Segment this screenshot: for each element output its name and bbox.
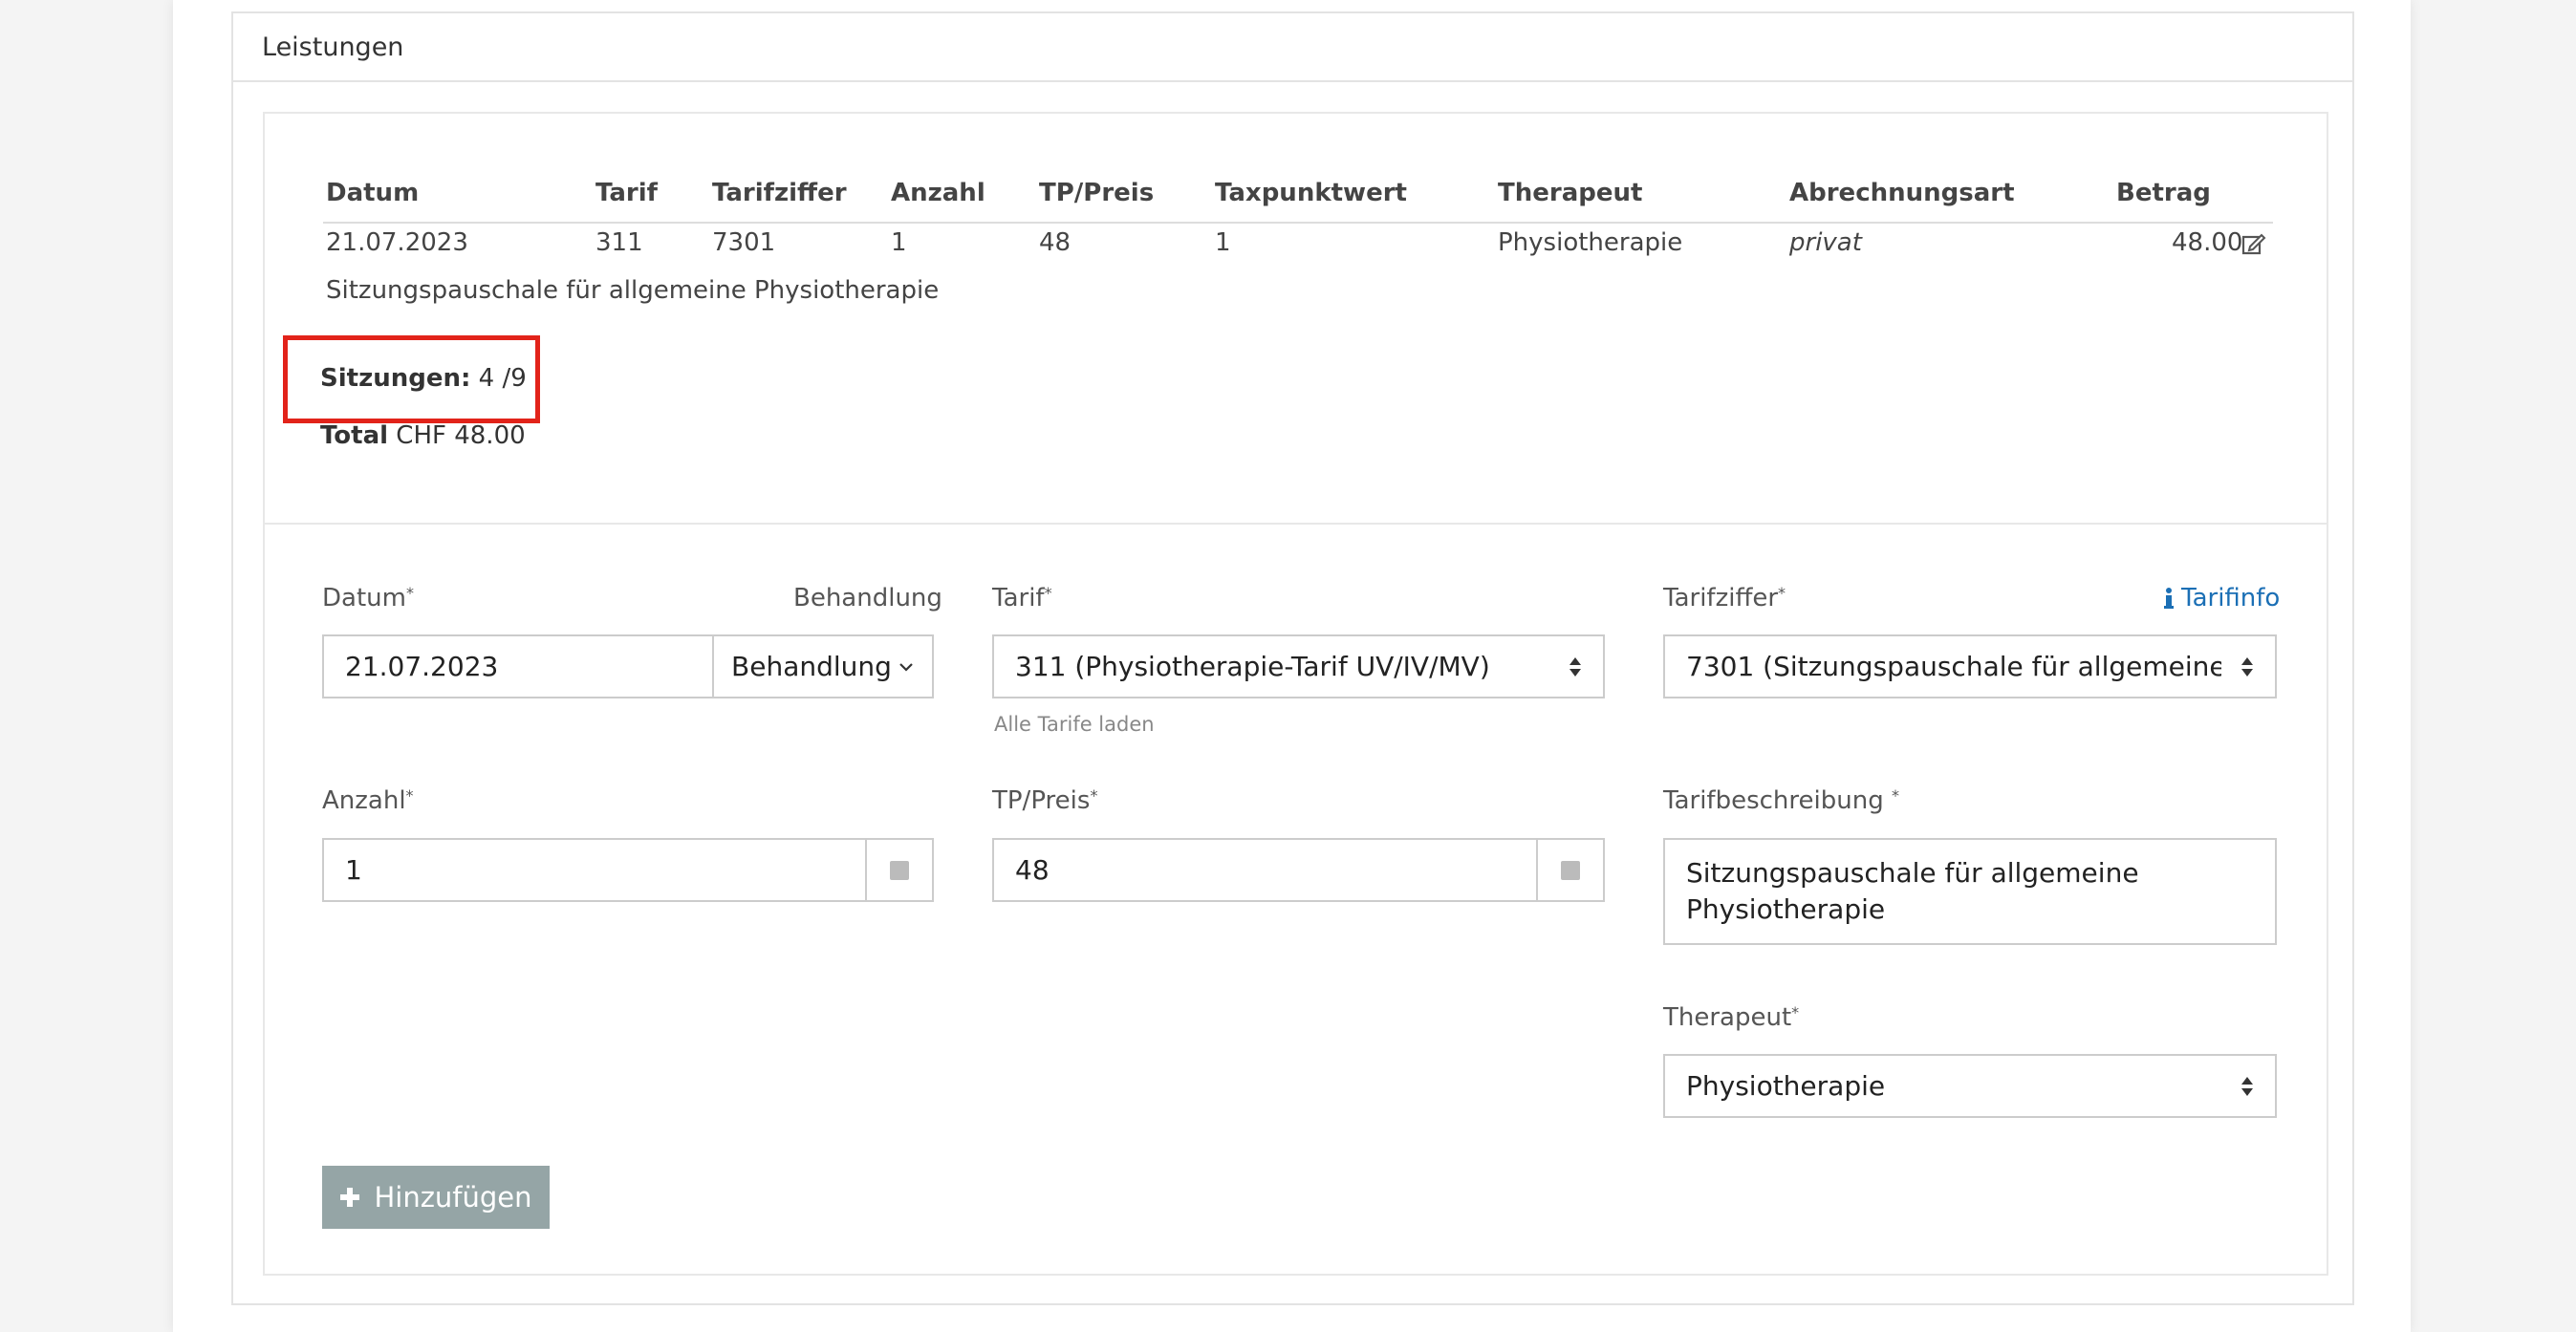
col-header-tp-preis: TP/Preis (1039, 179, 1155, 207)
behandlung-button[interactable]: Behandlung (712, 636, 932, 697)
cell-tarifziffer: 7301 (712, 228, 776, 257)
col-header-datum: Datum (326, 179, 420, 207)
stepper-icon (1561, 860, 1580, 880)
tp-preis-value: 48 (1015, 854, 1050, 886)
total-value: CHF 48.00 (396, 421, 526, 450)
tarifbeschreibung-textarea[interactable]: Sitzungspauschale für allgemeine Physiot… (1663, 838, 2277, 945)
tarifinfo-link[interactable]: Tarifinfo (2164, 584, 2280, 612)
select-arrows-icon (2241, 1076, 2253, 1096)
col-header-taxpunktwert: Taxpunktwert (1215, 179, 1407, 207)
tarif-select[interactable]: 311 (Physiotherapie-Tarif UV/IV/MV) (992, 634, 1605, 698)
therapeut-value: Physiotherapie (1686, 1070, 1886, 1102)
add-button[interactable]: Hinzufügen (322, 1166, 550, 1229)
tarifziffer-value: 7301 (Sitzungspauschale für allgemeine P… (1686, 651, 2221, 682)
therapeut-label: Therapeut* (1663, 1003, 1800, 1032)
edit-icon[interactable] (2241, 232, 2266, 257)
therapeut-select[interactable]: Physiotherapie (1663, 1054, 2277, 1118)
select-arrows-icon (2241, 656, 2253, 677)
tarifziffer-select[interactable]: 7301 (Sitzungspauschale für allgemeine P… (1663, 634, 2277, 698)
anzahl-label: Anzahl* (322, 786, 414, 815)
plus-icon (340, 1188, 360, 1207)
col-header-therapeut: Therapeut (1498, 179, 1643, 207)
anzahl-addon[interactable] (865, 840, 932, 900)
tarifbeschreibung-label: Tarifbeschreibung * (1663, 786, 1899, 815)
col-header-tarif: Tarif (595, 179, 658, 207)
cell-taxpunktwert: 1 (1215, 228, 1231, 257)
tp-preis-label: TP/Preis* (992, 786, 1098, 815)
row-description: Sitzungspauschale für allgemeine Physiot… (326, 276, 940, 305)
cell-therapeut: Physiotherapie (1498, 228, 1683, 257)
table-header-divider (323, 222, 2273, 224)
tp-preis-addon[interactable] (1536, 840, 1603, 900)
add-button-label: Hinzufügen (374, 1181, 532, 1214)
datum-label: Datum* (322, 584, 414, 612)
total-label: Total (320, 421, 389, 450)
panel-title: Leistungen (233, 13, 2352, 82)
col-header-tarifziffer: Tarifziffer (712, 179, 847, 207)
tarif-value: 311 (Physiotherapie-Tarif UV/IV/MV) (1015, 651, 1490, 682)
tarifbeschreibung-line1: Sitzungspauschale für allgemeine (1686, 857, 2139, 889)
col-header-anzahl: Anzahl (891, 179, 985, 207)
load-all-tariffs-link[interactable]: Alle Tarife laden (994, 713, 1155, 736)
info-icon (2164, 588, 2174, 609)
col-header-betrag: Betrag (2116, 179, 2211, 207)
select-arrows-icon (1569, 656, 1581, 677)
col-header-abrechnungsart: Abrechnungsart (1789, 179, 2015, 207)
cell-abrechnungsart: privat (1789, 228, 1862, 257)
tarifziffer-label: Tarifziffer* (1663, 584, 1786, 612)
anzahl-value: 1 (345, 854, 362, 886)
cell-tarif: 311 (595, 228, 643, 257)
cell-anzahl: 1 (891, 228, 907, 257)
tarifinfo-label: Tarifinfo (2181, 584, 2281, 612)
tp-preis-input[interactable]: 48 (992, 838, 1605, 902)
total-amount: Total CHF 48.00 (320, 421, 526, 450)
tarifbeschreibung-line2: Physiotherapie (1686, 893, 1886, 925)
cell-datum: 21.07.2023 (326, 228, 468, 257)
cell-betrag: 48.00 (2172, 228, 2243, 257)
behandlung-label: Behandlung (793, 584, 942, 612)
highlight-box (283, 335, 540, 423)
services-summary: Datum Tarif Tarifziffer Anzahl TP/Preis … (265, 114, 2327, 525)
chevron-down-icon (899, 662, 913, 672)
tarif-label: Tarif* (992, 584, 1052, 612)
behandlung-button-label: Behandlung (731, 651, 892, 682)
stepper-icon (890, 860, 909, 880)
datum-input[interactable]: 21.07.2023 Behandlung (322, 634, 934, 698)
anzahl-input[interactable]: 1 (322, 838, 934, 902)
cell-tp-preis: 48 (1039, 228, 1072, 257)
datum-value: 21.07.2023 (345, 651, 499, 682)
